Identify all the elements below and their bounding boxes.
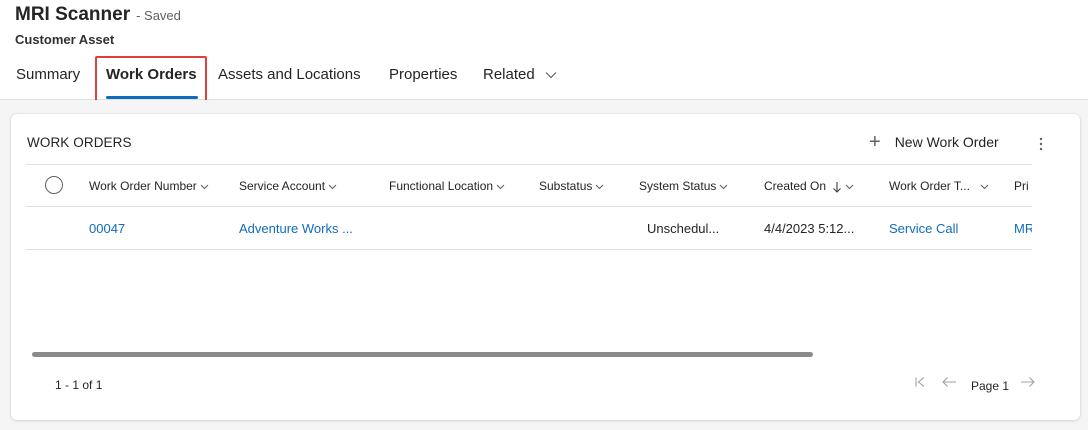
tab-properties[interactable]: Properties bbox=[389, 66, 457, 83]
more-vertical-icon[interactable] bbox=[1034, 136, 1048, 152]
column-label: Functional Location bbox=[389, 179, 494, 193]
title-row: MRI Scanner - Saved bbox=[15, 4, 181, 26]
column-system-status[interactable]: System Status bbox=[639, 179, 728, 193]
new-work-order-button[interactable]: + New Work Order bbox=[869, 131, 999, 153]
column-label: System Status bbox=[639, 179, 717, 193]
column-service-account[interactable]: Service Account bbox=[239, 179, 337, 193]
work-order-type-link[interactable]: Service Call bbox=[889, 221, 958, 236]
save-status: - Saved bbox=[136, 8, 181, 23]
work-orders-card: WORK ORDERS + New Work Order Work Order … bbox=[11, 114, 1080, 420]
sort-descending-icon bbox=[833, 181, 841, 193]
tab-related-label: Related bbox=[483, 66, 535, 83]
column-label: Work Order T... bbox=[889, 179, 970, 193]
column-label: Created On bbox=[764, 179, 827, 193]
chevron-down-icon bbox=[845, 184, 854, 190]
column-functional-location[interactable]: Functional Location bbox=[389, 179, 505, 193]
tab-related[interactable]: Related bbox=[483, 66, 557, 83]
column-label: Substatus bbox=[539, 179, 593, 193]
grid-header: Work Order Number Service Account Functi… bbox=[26, 164, 1032, 207]
plus-icon: + bbox=[869, 131, 881, 153]
previous-page-icon[interactable] bbox=[941, 376, 957, 388]
column-work-order-type[interactable]: Work Order T... bbox=[889, 179, 989, 193]
column-primary[interactable]: Pri bbox=[1014, 179, 1029, 193]
page-indicator: Page 1 bbox=[971, 379, 1010, 393]
chevron-down-icon bbox=[980, 184, 989, 190]
select-all-checkbox[interactable] bbox=[45, 176, 63, 194]
system-status-cell: Unschedul... bbox=[647, 221, 720, 236]
chevron-down-icon bbox=[200, 184, 209, 190]
subgrid-title: WORK ORDERS bbox=[27, 135, 132, 150]
work-orders-grid: Work Order Number Service Account Functi… bbox=[26, 164, 1032, 251]
created-on-cell: 4/4/2023 5:12... bbox=[764, 221, 855, 236]
tab-assets-and-locations[interactable]: Assets and Locations bbox=[218, 66, 361, 83]
column-substatus[interactable]: Substatus bbox=[539, 179, 604, 193]
chevron-down-icon bbox=[595, 184, 604, 190]
record-title: MRI Scanner bbox=[15, 4, 131, 25]
column-label: Service Account bbox=[239, 179, 326, 193]
column-created-on[interactable]: Created On bbox=[764, 179, 854, 193]
column-work-order-number[interactable]: Work Order Number bbox=[89, 179, 209, 193]
new-work-order-label: New Work Order bbox=[894, 134, 999, 150]
record-count: 1 - 1 of 1 bbox=[55, 378, 103, 392]
column-label: Pri bbox=[1014, 179, 1029, 193]
next-page-icon[interactable] bbox=[1020, 376, 1036, 388]
table-row[interactable]: 00047 Adventure Works ... Unschedul... 4… bbox=[26, 207, 1032, 250]
horizontal-scrollbar[interactable] bbox=[32, 352, 813, 357]
chevron-down-icon bbox=[328, 184, 337, 190]
entity-type: Customer Asset bbox=[15, 32, 115, 47]
column-label: Work Order Number bbox=[89, 179, 197, 193]
work-order-number-link[interactable]: 00047 bbox=[89, 221, 125, 236]
chevron-down-icon bbox=[496, 184, 505, 190]
first-page-icon[interactable] bbox=[914, 376, 926, 388]
highlight-annotation bbox=[95, 56, 207, 103]
primary-link[interactable]: MR bbox=[1014, 221, 1032, 236]
chevron-down-icon bbox=[719, 184, 728, 190]
tab-summary[interactable]: Summary bbox=[16, 66, 80, 83]
chevron-down-icon bbox=[545, 72, 557, 79]
service-account-link[interactable]: Adventure Works ... bbox=[239, 221, 353, 236]
